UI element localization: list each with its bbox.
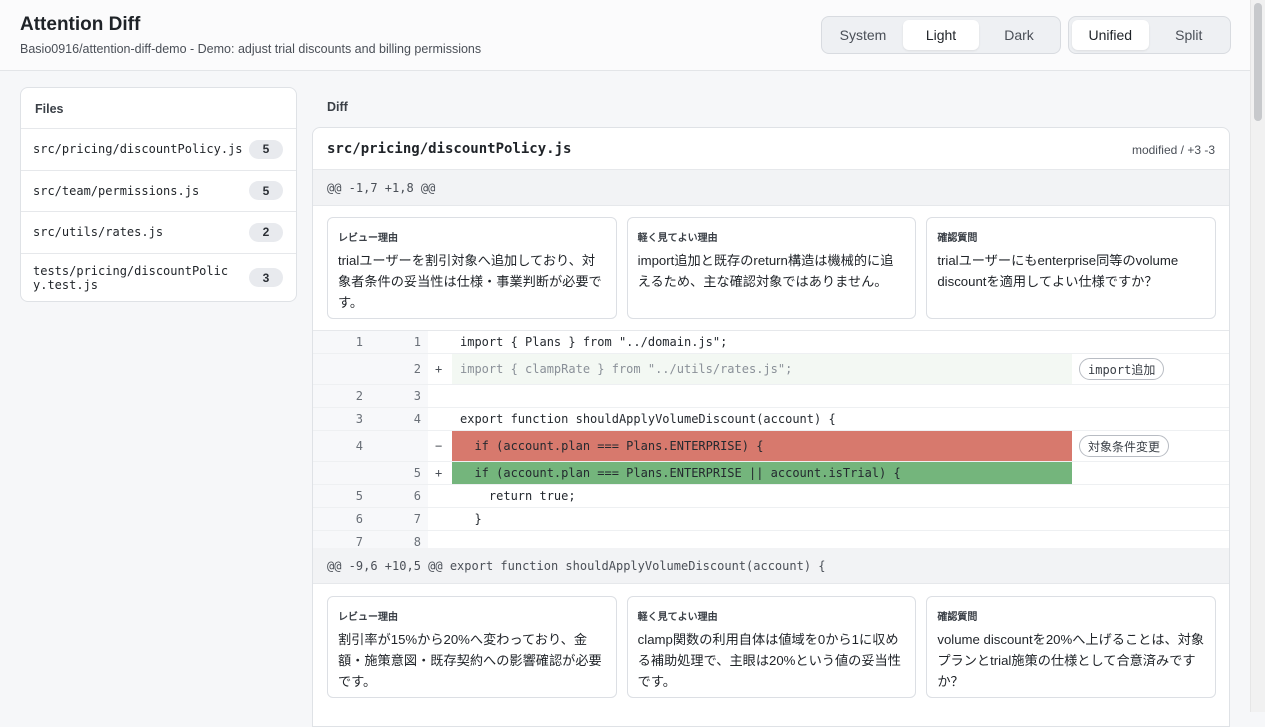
files-heading: Files (21, 88, 296, 129)
old-line-number: 5 (313, 485, 371, 507)
old-line-number: 4 (313, 431, 371, 461)
code-text: } (460, 512, 482, 526)
change-tag[interactable]: 対象条件変更 (1079, 435, 1170, 457)
note-title: 確認質問 (937, 612, 978, 623)
code-text: import { clampRate } from "../utils/rate… (452, 354, 1072, 384)
diff-file-header: src/pricing/discountPolicy.js modified /… (313, 128, 1229, 170)
file-name: src/pricing/discountPolicy.js (33, 142, 243, 157)
note-body: trialユーザーにもenterprise同等のvolume discountを… (937, 253, 1179, 289)
code-text: import { Plans } from "../domain.js"; (460, 335, 728, 349)
app-subtitle: Basio0916/attention-diff-demo - Demo: ad… (20, 42, 482, 56)
view-unified-button[interactable]: Unified (1072, 20, 1149, 50)
file-item[interactable]: src/utils/rates.js 2 (21, 212, 296, 254)
old-line-number: 6 (313, 508, 371, 530)
new-line-number (371, 431, 421, 461)
note-body: clamp関数の利用自体は値域を0から1に収める補助処理で、主眼は20%という値… (637, 632, 901, 689)
diff-line: 6 7 } (313, 508, 1229, 531)
hunk-header: @@ -1,7 +1,8 @@ (313, 170, 1229, 206)
new-line-number: 7 (371, 508, 421, 530)
file-note-count-badge: 2 (249, 222, 283, 242)
new-line-number: 5 (371, 462, 421, 484)
review-reason-note: レビュー理由 trialユーザーを割引対象へ追加しており、対象者条件の妥当性は仕… (327, 217, 617, 319)
diff-heading: Diff (327, 100, 348, 114)
theme-dark-button[interactable]: Dark (981, 20, 1057, 50)
old-line-number: 3 (313, 408, 371, 430)
review-reason-note: レビュー理由 割引率が15%から20%へ変わっており、金額・施策意図・既存契約へ… (327, 596, 617, 698)
code-text: return true; (460, 489, 576, 503)
review-notes: レビュー理由 割引率が15%から20%へ変わっており、金額・施策意図・既存契約へ… (327, 596, 1217, 698)
new-line-number: 3 (371, 385, 421, 407)
note-body: trialユーザーを割引対象へ追加しており、対象者条件の妥当性は仕様・事業判断が… (338, 253, 602, 310)
note-body: import追加と既存のreturn構造は機械的に追えるため、主な確認対象ではあ… (637, 253, 894, 289)
files-panel: Files src/pricing/discountPolicy.js 5 sr… (20, 87, 297, 302)
code-text: if (account.plan === Plans.ENTERPRISE ||… (452, 462, 1072, 484)
diff-file-card: src/pricing/discountPolicy.js modified /… (312, 127, 1230, 727)
diff-file-name: src/pricing/discountPolicy.js (327, 141, 572, 157)
code-text: export function shouldApplyVolumeDiscoun… (460, 412, 836, 426)
old-line-number: 1 (313, 331, 371, 353)
hunk-header: @@ -9,6 +10,5 @@ export function shouldA… (313, 548, 1229, 584)
diff-line: 5 6 return true; (313, 485, 1229, 508)
diff-file-status: modified / +3 -3 (1131, 143, 1215, 157)
file-name: src/utils/rates.js (33, 225, 164, 240)
diff-line: 2 3 (313, 385, 1229, 408)
file-note-count-badge: 5 (249, 139, 283, 159)
code-block: 1 1 import { Plans } from "../domain.js"… (313, 330, 1229, 554)
old-line-number (313, 462, 371, 484)
diff-line-added: 2 + import { clampRate } from "../utils/… (313, 354, 1229, 385)
theme-switcher: System Light Dark (821, 16, 1061, 54)
file-item[interactable]: src/pricing/discountPolicy.js 5 (21, 129, 296, 171)
scrollbar-thumb[interactable] (1254, 3, 1262, 121)
file-item[interactable]: tests/pricing/discountPolicy.test.js 3 (21, 254, 296, 302)
note-title: 軽く見てよい理由 (637, 612, 718, 623)
note-body: 割引率が15%から20%へ変わっており、金額・施策意図・既存契約への影響確認が必… (338, 632, 602, 689)
old-line-number (313, 354, 371, 384)
file-note-count-badge: 5 (249, 181, 283, 201)
new-line-number: 2 (371, 354, 421, 384)
view-mode-switcher: Unified Split (1068, 16, 1231, 54)
diff-line-added: 5 + if (account.plan === Plans.ENTERPRIS… (313, 462, 1229, 485)
diff-line-removed: 4 − if (account.plan === Plans.ENTERPRIS… (313, 431, 1229, 462)
question-note: 確認質問 volume discountを20%へ上げることは、対象プランとtr… (926, 596, 1217, 698)
new-line-number: 6 (371, 485, 421, 507)
file-name: tests/pricing/discountPolicy.test.js (33, 263, 229, 292)
old-line-number: 2 (313, 385, 371, 407)
diff-sign: + (435, 362, 443, 376)
new-line-number: 4 (371, 408, 421, 430)
diff-sign: + (435, 466, 443, 480)
view-split-button[interactable]: Split (1151, 20, 1228, 50)
skim-reason-note: 軽く見てよい理由 import追加と既存のreturn構造は機械的に追えるため、… (626, 217, 917, 319)
new-line-number: 1 (371, 331, 421, 353)
diff-line: 1 1 import { Plans } from "../domain.js"… (313, 331, 1229, 354)
app-title: Attention Diff (20, 14, 141, 35)
note-title: レビュー理由 (338, 612, 398, 623)
diff-sign: − (435, 439, 443, 453)
note-title: 軽く見てよい理由 (637, 233, 718, 244)
note-body: volume discountを20%へ上げることは、対象プランとtrial施策… (937, 632, 1205, 689)
file-name: src/team/permissions.js (33, 183, 200, 198)
file-item[interactable]: src/team/permissions.js 5 (21, 171, 296, 212)
page-scrollbar[interactable] (1250, 0, 1265, 712)
theme-system-button[interactable]: System (825, 20, 901, 50)
question-note: 確認質問 trialユーザーにもenterprise同等のvolume disc… (926, 217, 1217, 319)
change-tag[interactable]: import追加 (1079, 358, 1165, 380)
note-title: レビュー理由 (338, 233, 398, 244)
app-header: Attention Diff Basio0916/attention-diff-… (0, 0, 1250, 71)
skim-reason-note: 軽く見てよい理由 clamp関数の利用自体は値域を0から1に収める補助処理で、主… (626, 596, 917, 698)
diff-line: 3 4 export function shouldApplyVolumeDis… (313, 408, 1229, 431)
review-notes: レビュー理由 trialユーザーを割引対象へ追加しており、対象者条件の妥当性は仕… (327, 217, 1217, 319)
note-title: 確認質問 (937, 233, 978, 244)
code-text: if (account.plan === Plans.ENTERPRISE) { (452, 431, 1072, 461)
file-note-count-badge: 3 (249, 268, 283, 287)
theme-light-button[interactable]: Light (903, 20, 979, 50)
